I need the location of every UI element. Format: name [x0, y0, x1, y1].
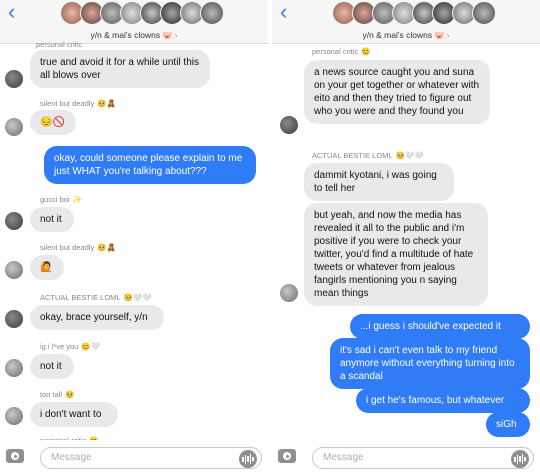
group-avatars[interactable]: [332, 1, 496, 29]
sender-name: personal critic: [36, 40, 83, 49]
message-bubble-incoming[interactable]: 🙋: [30, 255, 64, 280]
message-list[interactable]: personal critic true and avoid it for a …: [0, 40, 268, 445]
chat-header: ‹ y/n & mai's clowns 🐷 ›: [0, 0, 268, 44]
camera-icon[interactable]: [278, 449, 296, 463]
message-bubble-outgoing[interactable]: ...i guess i should've expected it: [350, 314, 530, 339]
message-bubble-incoming[interactable]: not it: [30, 354, 74, 379]
compose-bar: Message: [0, 440, 268, 472]
message-bubble-incoming[interactable]: true and avoid it for a while until this…: [30, 50, 210, 88]
message-bubble-incoming[interactable]: a news source caught you and suna on you…: [304, 60, 490, 124]
avatar: [200, 1, 224, 25]
message-input[interactable]: Message: [312, 447, 534, 469]
left-chat-screen: ‹ y/n & mai's clowns 🐷 › personal critic t…: [0, 0, 268, 472]
avatar: [280, 116, 298, 134]
avatar: [5, 118, 23, 136]
avatar: [5, 212, 23, 230]
message-input[interactable]: Message: [40, 447, 262, 469]
chevron-right-icon: ›: [446, 30, 450, 40]
sender-name: ig i l*ve you 😊🤍: [40, 342, 101, 351]
group-avatars[interactable]: [60, 1, 224, 29]
sender-name: ACTUAL BESTIE LOML 🥺🤍🤍: [312, 151, 424, 160]
message-bubble-outgoing[interactable]: it's sad i can't even talk to my friend …: [330, 338, 530, 389]
sender-name: gucci boi ✨: [40, 195, 82, 204]
sender-name: silent but deadly 🥺🧸: [40, 99, 116, 108]
sender-name: silent but deadly 🥺🧸: [40, 243, 116, 252]
back-chevron-icon[interactable]: ‹: [280, 1, 287, 23]
camera-icon[interactable]: [6, 449, 24, 463]
message-bubble-incoming[interactable]: 😔🚫: [30, 110, 76, 135]
avatar: [5, 261, 23, 279]
avatar: [5, 70, 23, 88]
pig-emoji: 🐷: [434, 30, 445, 40]
avatar: [5, 359, 23, 377]
avatar: [5, 407, 23, 425]
group-name: y/n & mai's clowns: [362, 30, 433, 40]
right-chat-screen: ‹ y/n & mai's clowns 🐷 › personal critic 😊 …: [272, 0, 540, 472]
message-bubble-incoming[interactable]: i don't want to: [30, 402, 118, 427]
chat-header: ‹ y/n & mai's clowns 🐷 ›: [272, 0, 540, 44]
audio-waveform-icon[interactable]: [239, 450, 257, 468]
chevron-right-icon: ›: [174, 30, 178, 40]
group-name: y/n & mai's clowns: [90, 30, 161, 40]
message-list[interactable]: personal critic 😊 a news source caught yo…: [272, 44, 540, 440]
back-chevron-icon[interactable]: ‹: [8, 1, 15, 23]
message-bubble-outgoing[interactable]: siGh: [486, 412, 530, 437]
message-bubble-outgoing[interactable]: i get he's famous, but whatever: [356, 388, 530, 413]
audio-waveform-icon[interactable]: [511, 450, 529, 468]
avatar: [472, 1, 496, 25]
message-bubble-incoming[interactable]: but yeah, and now the media has revealed…: [304, 203, 488, 306]
sender-name: ACTUAL BESTIE LOML 🥺🤍🤍: [40, 293, 152, 302]
avatar: [280, 284, 298, 302]
avatar: [5, 310, 23, 328]
compose-bar: Message: [272, 440, 540, 472]
pig-emoji: 🐷: [162, 30, 173, 40]
message-bubble-outgoing[interactable]: okay, could someone please explain to me…: [44, 146, 256, 184]
sender-name: personal critic😊: [312, 47, 371, 56]
group-title[interactable]: y/n & mai's clowns 🐷 ›: [272, 30, 540, 41]
sender-name: too tall 🥺: [40, 390, 75, 399]
message-bubble-incoming[interactable]: dammit kyotani, i was going to tell her: [304, 163, 454, 201]
message-bubble-incoming[interactable]: okay, brace yourself, y/n: [30, 305, 164, 330]
message-bubble-incoming[interactable]: not it: [30, 207, 74, 232]
